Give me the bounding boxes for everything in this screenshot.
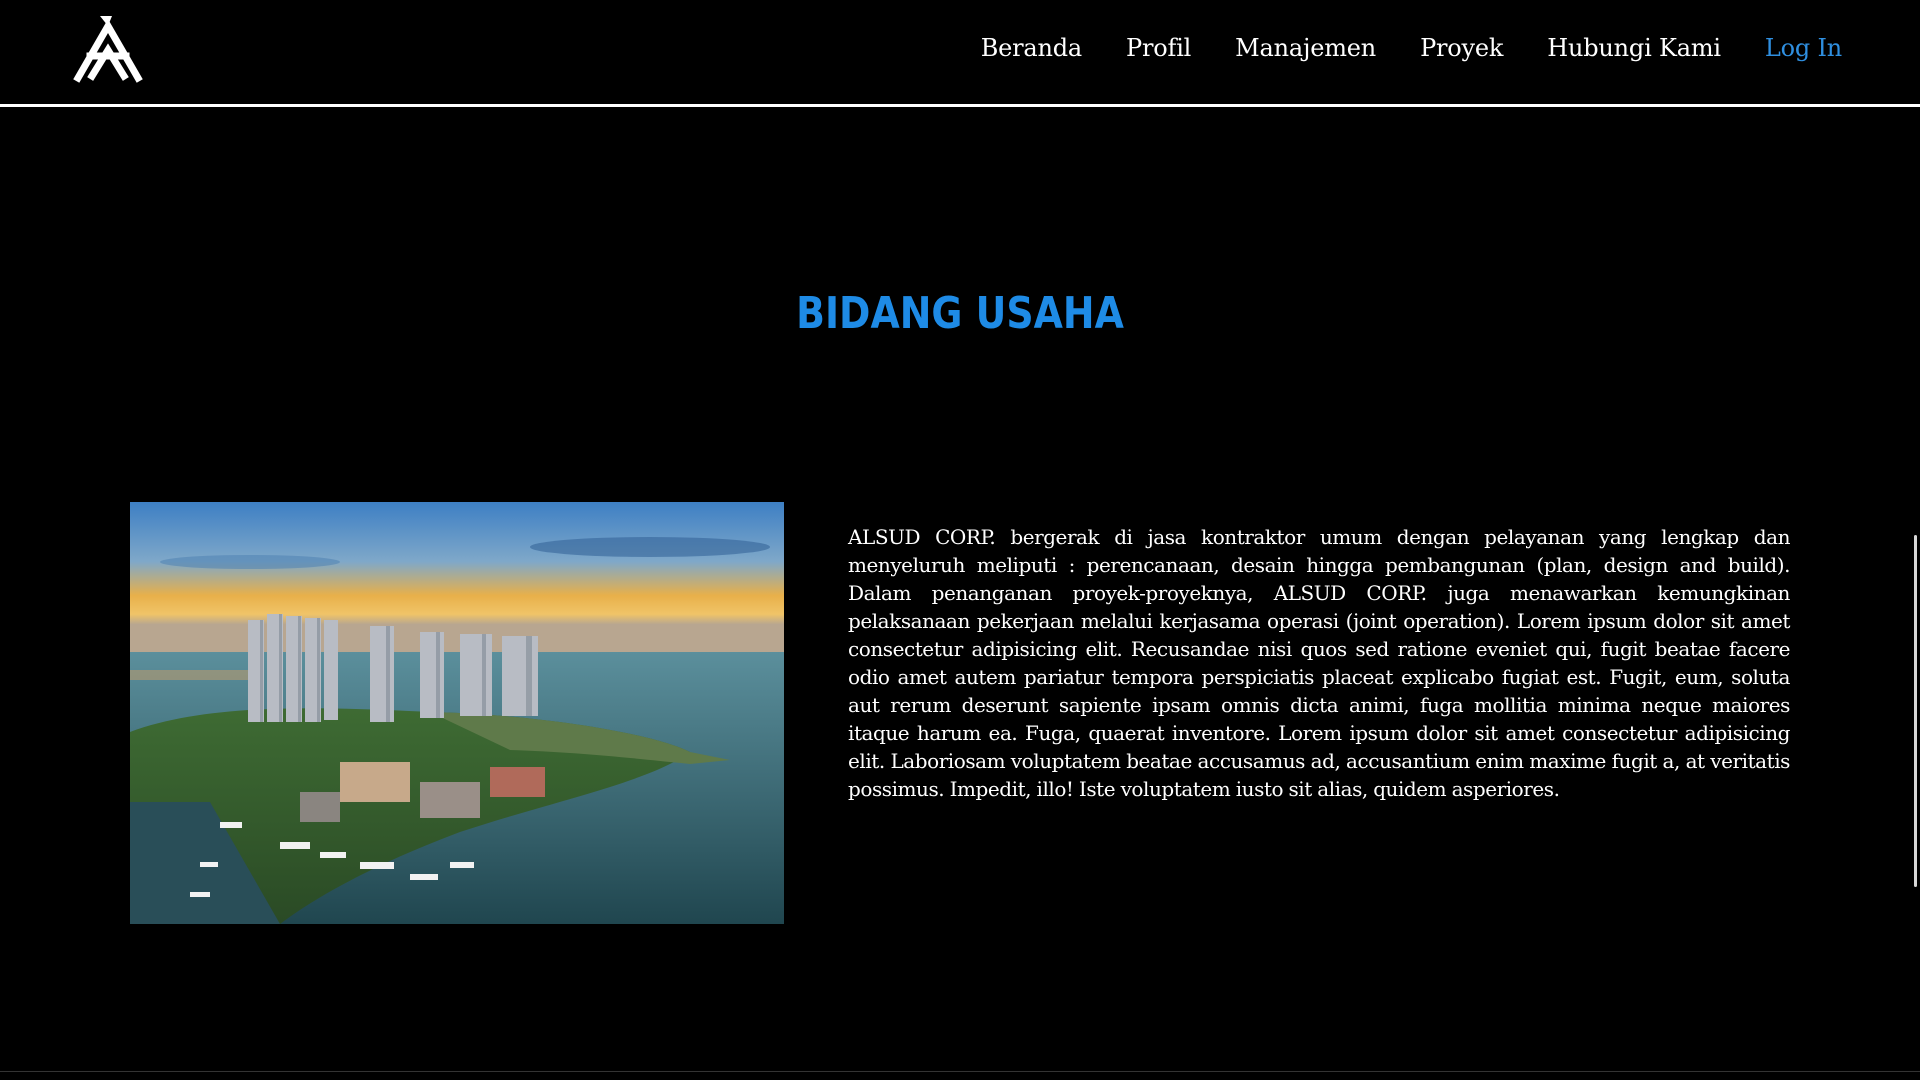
- nav-link-proyek[interactable]: Proyek: [1420, 34, 1503, 62]
- company-logo-icon[interactable]: [72, 14, 144, 86]
- business-description: ALSUD CORP. bergerak di jasa kontraktor …: [848, 525, 1790, 801]
- navbar: Beranda Profil Manajemen Proyek Hubungi …: [0, 0, 1920, 104]
- hero-image: [130, 502, 784, 924]
- nav-link-profil[interactable]: Profil: [1126, 34, 1191, 62]
- navbar-divider: [0, 104, 1920, 107]
- nav-link-beranda[interactable]: Beranda: [981, 34, 1083, 62]
- section-title: BIDANG USAHA: [796, 288, 1124, 339]
- page-bottom-divider: [0, 1071, 1920, 1072]
- main-nav: Beranda Profil Manajemen Proyek Hubungi …: [981, 34, 1843, 62]
- nav-link-hubungi-kami[interactable]: Hubungi Kami: [1547, 34, 1721, 62]
- scrollbar-thumb[interactable]: [1914, 535, 1917, 887]
- nav-link-manajemen[interactable]: Manajemen: [1235, 34, 1376, 62]
- nav-link-login[interactable]: Log In: [1765, 34, 1842, 62]
